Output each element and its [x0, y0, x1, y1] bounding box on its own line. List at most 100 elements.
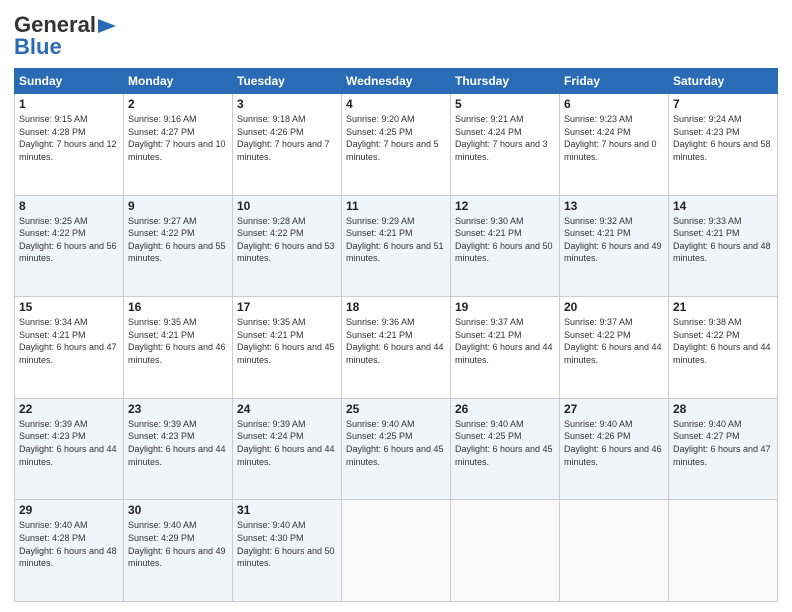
day-number: 1: [19, 97, 119, 111]
calendar-cell: 26 Sunrise: 9:40 AMSunset: 4:25 PMDayligh…: [451, 398, 560, 500]
day-info: Sunrise: 9:32 AMSunset: 4:21 PMDaylight:…: [564, 215, 664, 265]
calendar-cell: 28 Sunrise: 9:40 AMSunset: 4:27 PMDayligh…: [669, 398, 778, 500]
calendar-cell: 15 Sunrise: 9:34 AMSunset: 4:21 PMDayligh…: [15, 297, 124, 399]
calendar-cell: 23 Sunrise: 9:39 AMSunset: 4:23 PMDayligh…: [124, 398, 233, 500]
calendar-cell: 6Sunrise: 9:23 AMSunset: 4:24 PMDaylight…: [560, 94, 669, 196]
calendar-cell: 5Sunrise: 9:21 AMSunset: 4:24 PMDaylight…: [451, 94, 560, 196]
day-info: Sunrise: 9:40 AMSunset: 4:27 PMDaylight:…: [673, 418, 773, 468]
calendar-week-row: 15 Sunrise: 9:34 AMSunset: 4:21 PMDayligh…: [15, 297, 778, 399]
day-number: 7: [673, 97, 773, 111]
day-info: Sunrise: 9:40 AMSunset: 4:25 PMDaylight:…: [455, 418, 555, 468]
day-number: 18: [346, 300, 446, 314]
day-info: Sunrise: 9:35 AMSunset: 4:21 PMDaylight:…: [128, 316, 228, 366]
day-info: Sunrise: 9:21 AMSunset: 4:24 PMDaylight:…: [455, 113, 555, 163]
day-number: 9: [128, 199, 228, 213]
logo-blue-text: Blue: [14, 34, 62, 60]
calendar-cell: 18 Sunrise: 9:36 AMSunset: 4:21 PMDayligh…: [342, 297, 451, 399]
calendar-cell: [451, 500, 560, 602]
day-info: Sunrise: 9:39 AMSunset: 4:24 PMDaylight:…: [237, 418, 337, 468]
day-number: 2: [128, 97, 228, 111]
calendar-cell: 9 Sunrise: 9:27 AMSunset: 4:22 PMDaylight…: [124, 195, 233, 297]
calendar-cell: 12 Sunrise: 9:30 AMSunset: 4:21 PMDayligh…: [451, 195, 560, 297]
calendar-cell: [560, 500, 669, 602]
calendar-cell: 10Sunrise: 9:28 AMSunset: 4:22 PMDayligh…: [233, 195, 342, 297]
calendar-cell: [669, 500, 778, 602]
day-info: Sunrise: 9:37 AMSunset: 4:21 PMDaylight:…: [455, 316, 555, 366]
day-number: 11: [346, 199, 446, 213]
calendar-cell: 11 Sunrise: 9:29 AMSunset: 4:21 PMDayligh…: [342, 195, 451, 297]
day-info: Sunrise: 9:15 AMSunset: 4:28 PMDaylight:…: [19, 113, 119, 163]
day-number: 15: [19, 300, 119, 314]
day-info: Sunrise: 9:34 AMSunset: 4:21 PMDaylight:…: [19, 316, 119, 366]
day-info: Sunrise: 9:38 AMSunset: 4:22 PMDaylight:…: [673, 316, 773, 366]
weekday-header: Friday: [560, 69, 669, 94]
day-info: Sunrise: 9:18 AMSunset: 4:26 PMDaylight:…: [237, 113, 337, 163]
calendar-cell: 4Sunrise: 9:20 AMSunset: 4:25 PMDaylight…: [342, 94, 451, 196]
calendar-cell: 22Sunrise: 9:39 AMSunset: 4:23 PMDayligh…: [15, 398, 124, 500]
day-number: 12: [455, 199, 555, 213]
day-number: 22: [19, 402, 119, 416]
day-info: Sunrise: 9:27 AMSunset: 4:22 PMDaylight:…: [128, 215, 228, 265]
calendar-cell: 13 Sunrise: 9:32 AMSunset: 4:21 PMDayligh…: [560, 195, 669, 297]
calendar-cell: 30 Sunrise: 9:40 AMSunset: 4:29 PMDayligh…: [124, 500, 233, 602]
day-number: 6: [564, 97, 664, 111]
day-number: 13: [564, 199, 664, 213]
day-info: Sunrise: 9:16 AMSunset: 4:27 PMDaylight:…: [128, 113, 228, 163]
logo-flag-icon: [98, 19, 116, 33]
calendar-cell: 3 Sunrise: 9:18 AMSunset: 4:26 PMDaylight…: [233, 94, 342, 196]
calendar-cell: 1 Sunrise: 9:15 AMSunset: 4:28 PMDaylight…: [15, 94, 124, 196]
calendar-cell: 19 Sunrise: 9:37 AMSunset: 4:21 PMDayligh…: [451, 297, 560, 399]
calendar-table: SundayMondayTuesdayWednesdayThursdayFrid…: [14, 68, 778, 602]
day-number: 8: [19, 199, 119, 213]
day-number: 17: [237, 300, 337, 314]
weekday-header: Saturday: [669, 69, 778, 94]
day-number: 31: [237, 503, 337, 517]
calendar-week-row: 29 Sunrise: 9:40 AMSunset: 4:28 PMDayligh…: [15, 500, 778, 602]
day-info: Sunrise: 9:30 AMSunset: 4:21 PMDaylight:…: [455, 215, 555, 265]
day-number: 20: [564, 300, 664, 314]
weekday-header: Thursday: [451, 69, 560, 94]
header: General Blue: [14, 12, 778, 60]
day-number: 14: [673, 199, 773, 213]
day-number: 27: [564, 402, 664, 416]
calendar-cell: 14Sunrise: 9:33 AMSunset: 4:21 PMDayligh…: [669, 195, 778, 297]
calendar-cell: 31Sunrise: 9:40 AMSunset: 4:30 PMDayligh…: [233, 500, 342, 602]
day-info: Sunrise: 9:40 AMSunset: 4:25 PMDaylight:…: [346, 418, 446, 468]
day-info: Sunrise: 9:40 AMSunset: 4:26 PMDaylight:…: [564, 418, 664, 468]
day-number: 28: [673, 402, 773, 416]
day-number: 16: [128, 300, 228, 314]
weekday-header: Wednesday: [342, 69, 451, 94]
weekday-header: Tuesday: [233, 69, 342, 94]
day-number: 29: [19, 503, 119, 517]
day-info: Sunrise: 9:39 AMSunset: 4:23 PMDaylight:…: [128, 418, 228, 468]
day-info: Sunrise: 9:29 AMSunset: 4:21 PMDaylight:…: [346, 215, 446, 265]
day-info: Sunrise: 9:36 AMSunset: 4:21 PMDaylight:…: [346, 316, 446, 366]
day-number: 26: [455, 402, 555, 416]
calendar-cell: 8Sunrise: 9:25 AMSunset: 4:22 PMDaylight…: [15, 195, 124, 297]
day-number: 24: [237, 402, 337, 416]
day-number: 10: [237, 199, 337, 213]
calendar-cell: 21Sunrise: 9:38 AMSunset: 4:22 PMDayligh…: [669, 297, 778, 399]
calendar-cell: 29 Sunrise: 9:40 AMSunset: 4:28 PMDayligh…: [15, 500, 124, 602]
calendar-week-row: 22 Sunrise: 9:39 AMSunset: 4:23 PMDayligh…: [15, 398, 778, 500]
day-info: Sunrise: 9:40 AMSunset: 4:28 PMDaylight:…: [19, 519, 119, 569]
calendar-week-row: 1 Sunrise: 9:15 AMSunset: 4:28 PMDaylight…: [15, 94, 778, 196]
day-info: Sunrise: 9:37 AMSunset: 4:22 PMDaylight:…: [564, 316, 664, 366]
weekday-header: Sunday: [15, 69, 124, 94]
calendar-cell: 7 Sunrise: 9:24 AMSunset: 4:23 PMDaylight…: [669, 94, 778, 196]
calendar-cell: 16 Sunrise: 9:35 AMSunset: 4:21 PMDayligh…: [124, 297, 233, 399]
day-number: 19: [455, 300, 555, 314]
calendar-cell: [342, 500, 451, 602]
calendar-cell: 17 Sunrise: 9:35 AMSunset: 4:21 PMDayligh…: [233, 297, 342, 399]
day-number: 3: [237, 97, 337, 111]
day-info: Sunrise: 9:35 AMSunset: 4:21 PMDaylight:…: [237, 316, 337, 366]
logo: General Blue: [14, 12, 116, 60]
day-number: 30: [128, 503, 228, 517]
calendar-cell: 2 Sunrise: 9:16 AMSunset: 4:27 PMDaylight…: [124, 94, 233, 196]
weekday-header: Monday: [124, 69, 233, 94]
day-number: 23: [128, 402, 228, 416]
day-info: Sunrise: 9:24 AMSunset: 4:23 PMDaylight:…: [673, 113, 773, 163]
day-number: 4: [346, 97, 446, 111]
calendar-cell: 20 Sunrise: 9:37 AMSunset: 4:22 PMDayligh…: [560, 297, 669, 399]
day-info: Sunrise: 9:40 AMSunset: 4:29 PMDaylight:…: [128, 519, 228, 569]
